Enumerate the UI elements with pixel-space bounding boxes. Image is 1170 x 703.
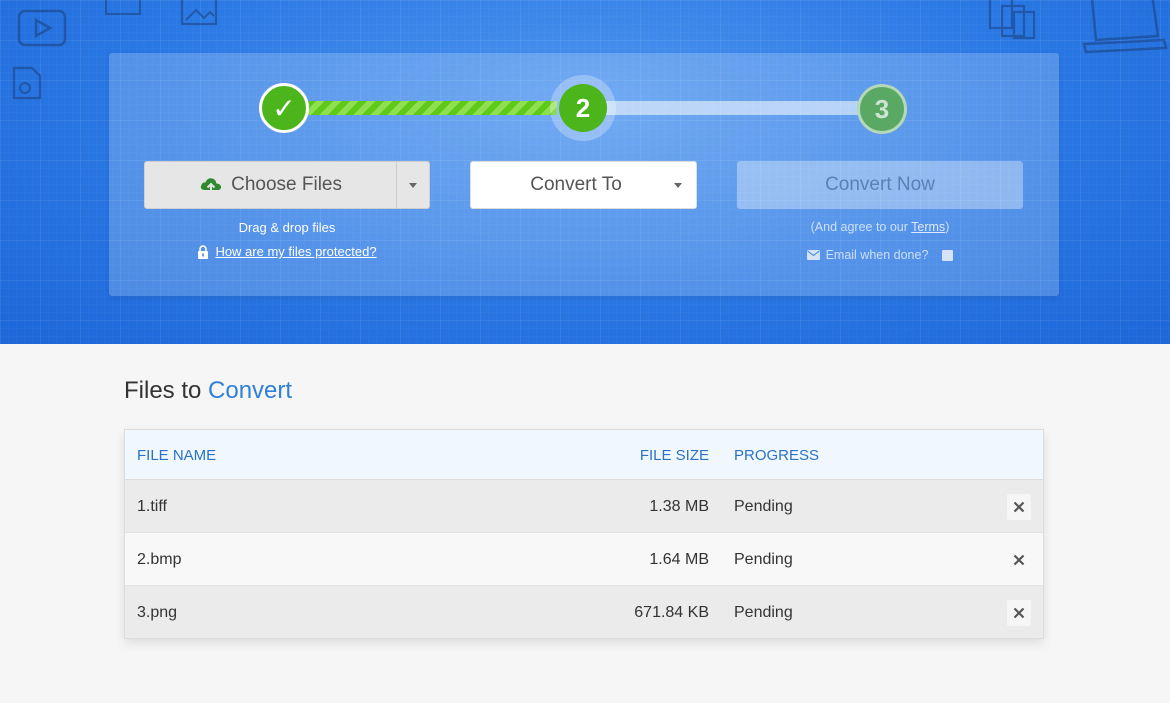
choose-files-label: Choose Files	[231, 174, 342, 195]
remove-file-button[interactable]	[1007, 600, 1031, 626]
terms-agreement: (And agree to our Terms)	[810, 220, 950, 234]
step-1-complete: ✓	[259, 83, 309, 133]
audio-file-doodle-icon	[12, 66, 42, 100]
files-section-title: Files to Convert	[124, 377, 293, 404]
caret-down-icon	[409, 182, 418, 188]
mov-file-doodle-icon	[105, 0, 141, 15]
caret-down-icon	[674, 183, 682, 188]
convert-to-dropdown[interactable]: Convert To	[470, 161, 697, 209]
documents-doodle-icon	[988, 0, 1036, 40]
files-protected-link[interactable]: How are my files protected?	[215, 244, 376, 259]
envelope-icon	[806, 250, 820, 260]
file-size-cell: 1.64 MB	[649, 551, 709, 568]
files-protected-row: How are my files protected?	[144, 244, 430, 259]
table-header: FILE NAME FILE SIZE PROGRESS	[125, 430, 1043, 480]
header-progress: PROGRESS	[734, 447, 820, 464]
lock-icon	[198, 244, 209, 259]
header-file-name: FILE NAME	[137, 447, 217, 464]
video-file-doodle-icon	[17, 9, 67, 47]
close-icon	[1013, 501, 1025, 513]
remove-file-button[interactable]	[1007, 547, 1031, 573]
progress-track-remaining	[605, 101, 863, 115]
table-row: 3.png 671.84 KB Pending	[125, 586, 1043, 638]
progress-track-completed	[305, 101, 557, 115]
step-2-active: 2	[559, 84, 607, 132]
cloud-upload-icon	[200, 178, 222, 194]
close-icon	[1013, 607, 1025, 619]
choose-files-button[interactable]: Choose Files	[145, 162, 396, 208]
progress-cell: Pending	[734, 498, 793, 515]
terms-link[interactable]: Terms	[911, 220, 945, 234]
convert-now-button[interactable]: Convert Now	[737, 161, 1023, 209]
file-name-cell: 1.tiff	[137, 498, 167, 515]
file-name-cell: 3.png	[137, 604, 178, 621]
files-table: FILE NAME FILE SIZE PROGRESS 1.tiff 1.38…	[124, 429, 1044, 639]
header-file-size: FILE SIZE	[639, 447, 709, 464]
convert-to-label: Convert To	[530, 174, 622, 195]
checkmark-icon: ✓	[272, 92, 296, 124]
progress-cell: Pending	[734, 551, 793, 568]
email-when-done-checkbox[interactable]	[942, 249, 954, 261]
image-file-doodle-icon	[180, 0, 218, 26]
email-when-done-label: Email when done?	[825, 248, 929, 262]
progress-cell: Pending	[734, 604, 793, 621]
remove-file-button[interactable]	[1007, 494, 1031, 520]
step-3-pending: 3	[857, 84, 907, 134]
table-row: 2.bmp 1.64 MB Pending	[125, 533, 1043, 586]
file-size-cell: 1.38 MB	[649, 498, 709, 515]
email-when-done-row: Email when done?	[737, 248, 1023, 262]
laptop-doodle-icon	[1082, 0, 1168, 54]
choose-files-group: Choose Files	[144, 161, 430, 209]
file-size-cell: 671.84 KB	[634, 604, 709, 621]
table-row: 1.tiff 1.38 MB Pending	[125, 480, 1043, 533]
close-icon	[1013, 554, 1025, 566]
drag-drop-hint: Drag & drop files	[238, 220, 336, 235]
hero-banner: ✓ 2 3 Choose Files Convert To Convert No…	[0, 0, 1170, 344]
file-name-cell: 2.bmp	[137, 551, 182, 568]
choose-files-dropdown-toggle[interactable]	[396, 162, 429, 208]
